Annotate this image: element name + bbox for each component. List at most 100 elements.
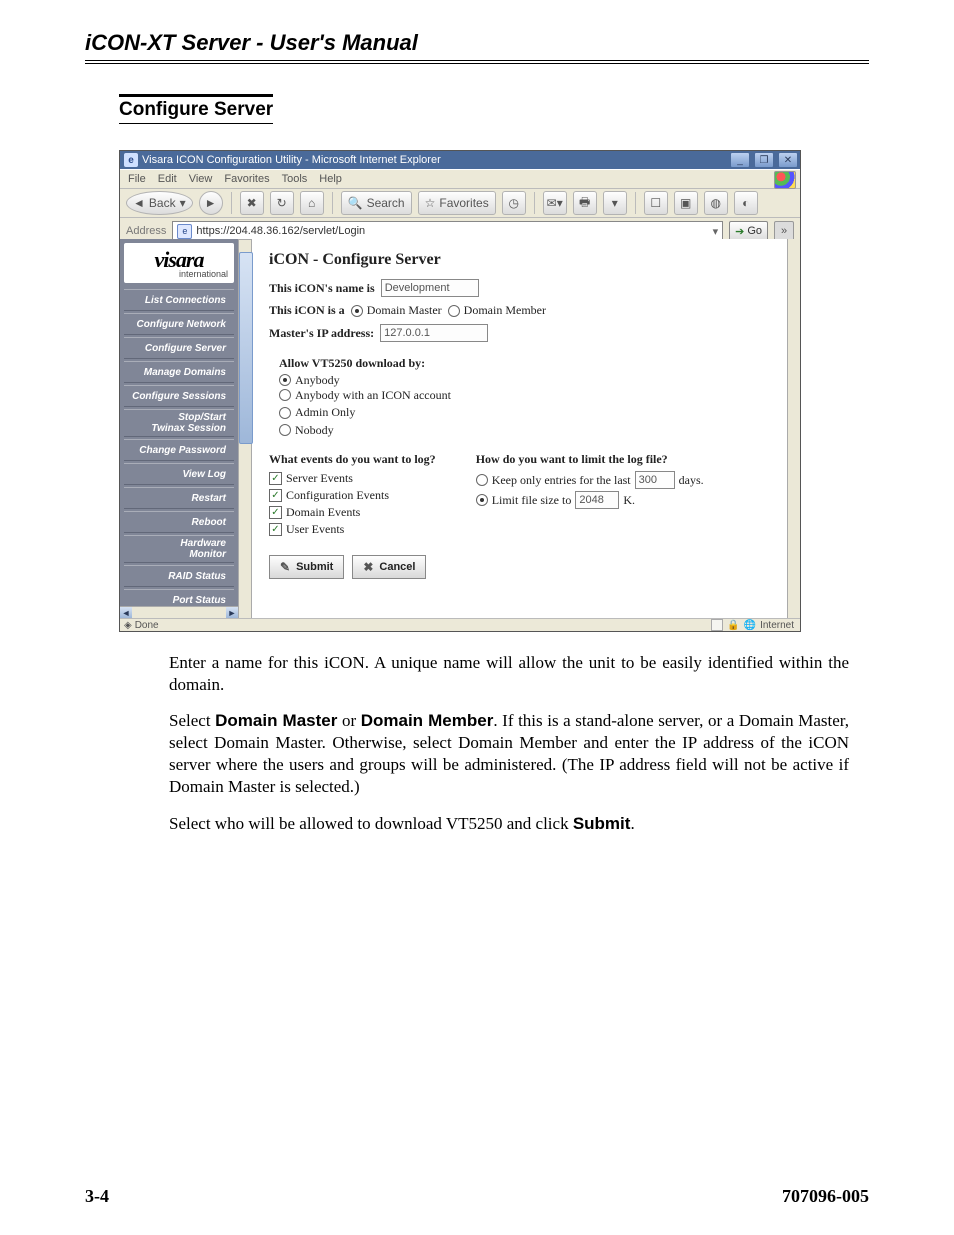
sidebar-nav: List Connections Configure Network Confi… [124,289,234,611]
download-nobody-radio[interactable]: Nobody [279,423,334,438]
browser-body: vivisarasara international List Connecti… [120,239,800,619]
limit-size-input[interactable]: 2048 [575,491,619,509]
menu-tools[interactable]: Tools [282,173,308,185]
sidebar-item-configure-sessions[interactable]: Configure Sessions [124,385,234,407]
toolbar-extra-4[interactable]: ◐ [734,191,758,215]
sidebar-item-restart[interactable]: Restart [124,487,234,509]
cancel-button[interactable]: ✖Cancel [352,555,426,579]
download-admin-radio[interactable]: Admin Only [279,405,355,420]
sidebar-item-raid-status[interactable]: RAID Status [124,565,234,587]
windows-flag-icon [774,171,796,189]
limit-days-input[interactable]: 300 [635,471,675,489]
lock-icon: 🔒 [727,620,739,631]
status-done: Done [135,620,159,631]
logo-sub: international [179,269,234,279]
menu-help[interactable]: Help [319,173,342,185]
limit-days-radio[interactable]: Keep only entries for the last 300 days. [476,471,704,489]
visara-logo: vivisarasara international [124,243,234,283]
refresh-button[interactable]: ↻ [270,191,294,215]
back-arrow-icon: ◄ [133,196,145,210]
toolbar-extra-3[interactable]: ◍ [704,191,728,215]
domain-master-radio[interactable]: Domain Master [351,303,442,318]
domain-events-checkbox[interactable]: ✓Domain Events [269,505,436,520]
sidebar-item-stop-start-twinax[interactable]: Stop/Start Twinax Session [124,409,234,437]
sidebar-item-list-connections[interactable]: List Connections [124,289,234,311]
menu-edit[interactable]: Edit [158,173,177,185]
footer-page-number: 3-4 [85,1186,109,1207]
download-anyacct-radio[interactable]: Anybody with an ICON account [279,388,451,403]
sidebar-vscrollbar[interactable] [238,239,252,621]
scrollbar-thumb[interactable] [239,252,253,444]
sidebar-item-configure-server[interactable]: Configure Server [124,337,234,359]
mail-button[interactable]: ✉▾ [543,191,567,215]
master-ip-input[interactable]: 127.0.0.1 [380,324,488,342]
paragraph-1: Enter a name for this iCON. A unique nam… [169,652,849,696]
footer-doc-number: 707096-005 [782,1186,869,1207]
radio-on-icon [279,374,291,386]
address-url: https://204.48.36.162/servlet/Login [196,225,365,237]
dropdown-icon[interactable]: ▾ [713,225,719,238]
scroll-left-icon[interactable]: ◄ [120,607,132,618]
checkbox-checked-icon: ✓ [269,472,282,485]
search-button[interactable]: 🔍Search [341,191,412,215]
stop-button[interactable]: ✖ [240,191,264,215]
limit-size-radio[interactable]: Limit file size to 2048 K. [476,491,704,509]
menu-bar: File Edit View Favorites Tools Help [120,169,800,189]
page-icon: e [177,224,192,239]
sidebar-item-manage-domains[interactable]: Manage Domains [124,361,234,383]
page-icon: ◈ [124,620,132,631]
section-title: Configure Server [119,94,273,124]
menu-favorites[interactable]: Favorites [224,173,269,185]
master-ip-label: Master's IP address: [269,326,374,341]
radio-off-icon [476,474,488,486]
history-button[interactable]: ◷ [502,191,526,215]
dropdown-icon: ▾ [180,196,186,210]
sidebar-item-change-password[interactable]: Change Password [124,439,234,461]
forward-button[interactable]: ► [199,191,223,215]
configure-server-form: iCON - Configure Server This iCON's name… [239,239,800,619]
domain-member-radio[interactable]: Domain Member [448,303,546,318]
print-button[interactable]: 🖶 [573,191,597,215]
window-titlebar: e Visara ICON Configuration Utility - Mi… [120,151,800,169]
radio-on-icon [476,494,488,506]
config-events-checkbox[interactable]: ✓Configuration Events [269,488,436,503]
server-events-checkbox[interactable]: ✓Server Events [269,471,436,486]
edit-button[interactable]: ▾ [603,191,627,215]
log-events-head: What events do you want to log? [269,452,436,467]
toolbar-extra-1[interactable]: ☐ [644,191,668,215]
restore-button[interactable]: ❐ [754,152,774,168]
go-button[interactable]: ➔Go [729,221,768,241]
sidebar-item-view-log[interactable]: View Log [124,463,234,485]
toolbar-extra-2[interactable]: ▣ [674,191,698,215]
radio-on-icon [351,305,363,317]
icon-name-input[interactable]: Development [381,279,479,297]
download-anybody-radio[interactable]: Anybody [279,373,340,388]
form-heading: iCON - Configure Server [269,251,778,269]
sidebar-item-reboot[interactable]: Reboot [124,511,234,533]
sidebar-item-configure-network[interactable]: Configure Network [124,313,234,335]
menu-file[interactable]: File [128,173,146,185]
radio-off-icon [448,305,460,317]
back-button[interactable]: ◄Back▾ [126,191,193,215]
manual-page: iCON-XT Server - User's Manual Configure… [0,0,954,1235]
radio-off-icon [279,424,291,436]
scroll-right-icon[interactable]: ► [226,607,238,618]
content-vscrollbar[interactable] [787,239,800,619]
sidebar-item-hardware-monitor[interactable]: Hardware Monitor [124,535,234,563]
home-button[interactable]: ⌂ [300,191,324,215]
browser-window: e Visara ICON Configuration Utility - Mi… [119,150,801,632]
cancel-x-icon: ✖ [363,560,373,574]
close-button[interactable]: ✕ [778,152,798,168]
links-button[interactable]: » [774,221,794,241]
submit-button[interactable]: ✎Submit [269,555,344,579]
browser-toolbar: ◄Back▾ ► ✖ ↻ ⌂ 🔍Search ☆Favorites ◷ ✉▾ 🖶… [120,189,800,218]
address-input[interactable]: e https://204.48.36.162/servlet/Login ▾ [172,221,723,241]
vt5250-download-head: Allow VT5250 download by: [279,356,425,370]
menu-view[interactable]: View [189,173,213,185]
ie-icon: e [124,153,138,167]
radio-off-icon [279,389,291,401]
favorites-button[interactable]: ☆Favorites [418,191,496,215]
user-events-checkbox[interactable]: ✓User Events [269,522,436,537]
role-label: This iCON is a [269,303,345,318]
minimize-button[interactable]: _ [730,152,750,168]
